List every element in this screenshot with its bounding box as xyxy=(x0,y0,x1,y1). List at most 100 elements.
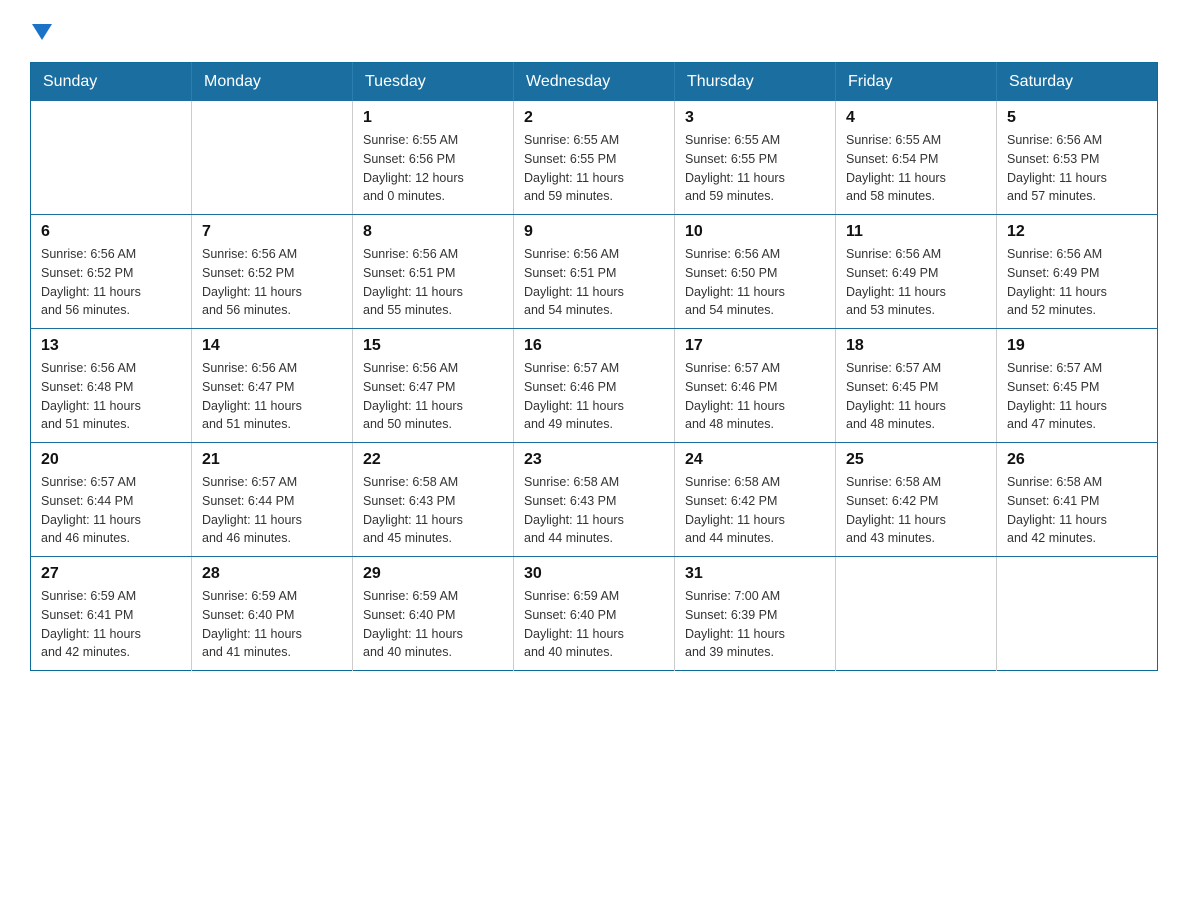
day-info: Sunrise: 6:57 AMSunset: 6:46 PMDaylight:… xyxy=(524,359,664,434)
day-info: Sunrise: 6:57 AMSunset: 6:44 PMDaylight:… xyxy=(202,473,342,548)
day-number: 10 xyxy=(685,223,825,241)
calendar-header-thursday: Thursday xyxy=(675,63,836,102)
calendar-header-friday: Friday xyxy=(836,63,997,102)
logo xyxy=(30,20,52,42)
calendar-week-4: 20Sunrise: 6:57 AMSunset: 6:44 PMDayligh… xyxy=(31,443,1158,557)
day-number: 18 xyxy=(846,337,986,355)
day-info: Sunrise: 6:56 AMSunset: 6:51 PMDaylight:… xyxy=(363,245,503,320)
day-number: 15 xyxy=(363,337,503,355)
calendar-week-5: 27 Sunrise: 6:59 AMSunset: 6:41 PMDayligh… xyxy=(31,557,1158,671)
calendar-cell: 22 Sunrise: 6:58 AMSunset: 6:43 PMDayligh… xyxy=(353,443,514,557)
day-info: Sunrise: 6:58 AMSunset: 6:42 PMDaylight:… xyxy=(685,473,825,548)
day-number: 22 xyxy=(363,451,503,469)
day-info: Sunrise: 6:57 AMSunset: 6:45 PMDaylight:… xyxy=(1007,359,1147,434)
calendar-cell: 31 Sunrise: 7:00 AMSunset: 6:39 PMDayligh… xyxy=(675,557,836,671)
day-info: Sunrise: 6:58 AMSunset: 6:43 PMDaylight:… xyxy=(524,473,664,548)
calendar-table: SundayMondayTuesdayWednesdayThursdayFrid… xyxy=(30,62,1158,671)
calendar-cell: 21 Sunrise: 6:57 AMSunset: 6:44 PMDayligh… xyxy=(192,443,353,557)
day-info: Sunrise: 6:56 AMSunset: 6:49 PMDaylight:… xyxy=(1007,245,1147,320)
calendar-header-wednesday: Wednesday xyxy=(514,63,675,102)
day-info: Sunrise: 6:57 AMSunset: 6:44 PMDaylight:… xyxy=(41,473,181,548)
day-number: 1 xyxy=(363,109,503,127)
calendar-cell: 26Sunrise: 6:58 AMSunset: 6:41 PMDayligh… xyxy=(997,443,1158,557)
day-info: Sunrise: 6:55 AMSunset: 6:55 PMDaylight:… xyxy=(524,131,664,206)
calendar-cell: 15 Sunrise: 6:56 AMSunset: 6:47 PMDayligh… xyxy=(353,329,514,443)
day-info: Sunrise: 6:56 AMSunset: 6:47 PMDaylight:… xyxy=(363,359,503,434)
calendar-cell: 30Sunrise: 6:59 AMSunset: 6:40 PMDayligh… xyxy=(514,557,675,671)
calendar-cell: 20Sunrise: 6:57 AMSunset: 6:44 PMDayligh… xyxy=(31,443,192,557)
day-number: 19 xyxy=(1007,337,1147,355)
day-number: 13 xyxy=(41,337,181,355)
day-info: Sunrise: 6:55 AMSunset: 6:54 PMDaylight:… xyxy=(846,131,986,206)
day-number: 3 xyxy=(685,109,825,127)
calendar-cell: 28 Sunrise: 6:59 AMSunset: 6:40 PMDayligh… xyxy=(192,557,353,671)
calendar-cell xyxy=(31,101,192,215)
calendar-cell: 2Sunrise: 6:55 AMSunset: 6:55 PMDaylight… xyxy=(514,101,675,215)
day-info: Sunrise: 6:56 AMSunset: 6:53 PMDaylight:… xyxy=(1007,131,1147,206)
day-number: 29 xyxy=(363,565,503,583)
page-header xyxy=(30,20,1158,42)
calendar-cell: 27 Sunrise: 6:59 AMSunset: 6:41 PMDayligh… xyxy=(31,557,192,671)
day-number: 27 xyxy=(41,565,181,583)
calendar-week-3: 13 Sunrise: 6:56 AMSunset: 6:48 PMDayligh… xyxy=(31,329,1158,443)
calendar-cell: 5 Sunrise: 6:56 AMSunset: 6:53 PMDaylight… xyxy=(997,101,1158,215)
day-number: 9 xyxy=(524,223,664,241)
calendar-cell: 13 Sunrise: 6:56 AMSunset: 6:48 PMDayligh… xyxy=(31,329,192,443)
day-info: Sunrise: 6:59 AMSunset: 6:40 PMDaylight:… xyxy=(363,587,503,662)
calendar-header-saturday: Saturday xyxy=(997,63,1158,102)
calendar-cell: 25Sunrise: 6:58 AMSunset: 6:42 PMDayligh… xyxy=(836,443,997,557)
day-number: 8 xyxy=(363,223,503,241)
calendar-cell: 10 Sunrise: 6:56 AMSunset: 6:50 PMDayligh… xyxy=(675,215,836,329)
day-info: Sunrise: 6:56 AMSunset: 6:50 PMDaylight:… xyxy=(685,245,825,320)
day-number: 16 xyxy=(524,337,664,355)
logo-triangle-icon xyxy=(32,24,52,40)
calendar-cell: 24 Sunrise: 6:58 AMSunset: 6:42 PMDayligh… xyxy=(675,443,836,557)
day-number: 31 xyxy=(685,565,825,583)
calendar-week-2: 6 Sunrise: 6:56 AMSunset: 6:52 PMDaylight… xyxy=(31,215,1158,329)
day-info: Sunrise: 6:59 AMSunset: 6:41 PMDaylight:… xyxy=(41,587,181,662)
calendar-cell: 6 Sunrise: 6:56 AMSunset: 6:52 PMDaylight… xyxy=(31,215,192,329)
day-info: Sunrise: 6:56 AMSunset: 6:52 PMDaylight:… xyxy=(41,245,181,320)
day-info: Sunrise: 6:56 AMSunset: 6:52 PMDaylight:… xyxy=(202,245,342,320)
calendar-cell: 17Sunrise: 6:57 AMSunset: 6:46 PMDayligh… xyxy=(675,329,836,443)
calendar-cell: 9 Sunrise: 6:56 AMSunset: 6:51 PMDaylight… xyxy=(514,215,675,329)
day-number: 28 xyxy=(202,565,342,583)
day-info: Sunrise: 6:56 AMSunset: 6:48 PMDaylight:… xyxy=(41,359,181,434)
day-number: 7 xyxy=(202,223,342,241)
day-number: 14 xyxy=(202,337,342,355)
calendar-cell: 29 Sunrise: 6:59 AMSunset: 6:40 PMDayligh… xyxy=(353,557,514,671)
day-number: 24 xyxy=(685,451,825,469)
calendar-cell: 7 Sunrise: 6:56 AMSunset: 6:52 PMDaylight… xyxy=(192,215,353,329)
calendar-cell: 19 Sunrise: 6:57 AMSunset: 6:45 PMDayligh… xyxy=(997,329,1158,443)
day-number: 21 xyxy=(202,451,342,469)
day-info: Sunrise: 6:58 AMSunset: 6:43 PMDaylight:… xyxy=(363,473,503,548)
day-info: Sunrise: 6:58 AMSunset: 6:41 PMDaylight:… xyxy=(1007,473,1147,548)
day-info: Sunrise: 6:55 AMSunset: 6:56 PMDaylight:… xyxy=(363,131,503,206)
calendar-cell: 14 Sunrise: 6:56 AMSunset: 6:47 PMDayligh… xyxy=(192,329,353,443)
calendar-cell xyxy=(836,557,997,671)
day-number: 6 xyxy=(41,223,181,241)
calendar-cell: 23Sunrise: 6:58 AMSunset: 6:43 PMDayligh… xyxy=(514,443,675,557)
day-info: Sunrise: 6:56 AMSunset: 6:49 PMDaylight:… xyxy=(846,245,986,320)
day-number: 11 xyxy=(846,223,986,241)
day-number: 12 xyxy=(1007,223,1147,241)
day-number: 5 xyxy=(1007,109,1147,127)
calendar-cell xyxy=(192,101,353,215)
day-info: Sunrise: 7:00 AMSunset: 6:39 PMDaylight:… xyxy=(685,587,825,662)
calendar-cell: 4Sunrise: 6:55 AMSunset: 6:54 PMDaylight… xyxy=(836,101,997,215)
calendar-week-1: 1 Sunrise: 6:55 AMSunset: 6:56 PMDaylight… xyxy=(31,101,1158,215)
calendar-cell: 8 Sunrise: 6:56 AMSunset: 6:51 PMDaylight… xyxy=(353,215,514,329)
calendar-header-sunday: Sunday xyxy=(31,63,192,102)
day-info: Sunrise: 6:57 AMSunset: 6:45 PMDaylight:… xyxy=(846,359,986,434)
day-number: 30 xyxy=(524,565,664,583)
calendar-header-tuesday: Tuesday xyxy=(353,63,514,102)
calendar-header-monday: Monday xyxy=(192,63,353,102)
calendar-cell xyxy=(997,557,1158,671)
day-info: Sunrise: 6:56 AMSunset: 6:47 PMDaylight:… xyxy=(202,359,342,434)
day-info: Sunrise: 6:59 AMSunset: 6:40 PMDaylight:… xyxy=(202,587,342,662)
calendar-header-row: SundayMondayTuesdayWednesdayThursdayFrid… xyxy=(31,63,1158,102)
day-info: Sunrise: 6:56 AMSunset: 6:51 PMDaylight:… xyxy=(524,245,664,320)
calendar-cell: 12 Sunrise: 6:56 AMSunset: 6:49 PMDayligh… xyxy=(997,215,1158,329)
day-info: Sunrise: 6:55 AMSunset: 6:55 PMDaylight:… xyxy=(685,131,825,206)
day-info: Sunrise: 6:58 AMSunset: 6:42 PMDaylight:… xyxy=(846,473,986,548)
